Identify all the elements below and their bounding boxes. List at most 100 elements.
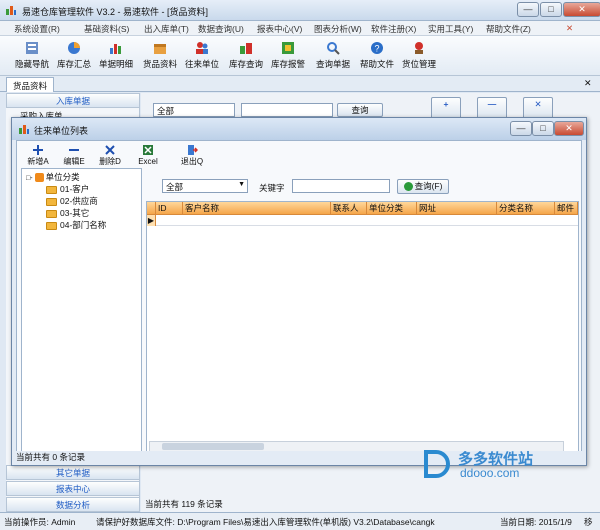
nav-report-center[interactable]: 报表中心 — [6, 481, 140, 496]
dialog-query-button[interactable]: 查询(F) — [397, 179, 449, 194]
tab-goods-info[interactable]: 货品资料 — [6, 77, 55, 92]
main-query-button[interactable]: 查询 — [337, 103, 383, 117]
tree-item-other[interactable]: 03-其它 — [46, 207, 89, 219]
dialog-close-button[interactable]: ✕ — [554, 121, 584, 136]
summary-icon — [68, 42, 80, 54]
dialog-titlebar: 往来单位列表 — □ ✕ — [12, 118, 586, 140]
app-titlebar: 易速仓库管理软件 V3.2 - 易速软件 - [货品资料] — □ ✕ — [0, 0, 600, 21]
row-indicator-header — [147, 202, 156, 215]
goods-info-button[interactable]: 货品资料 — [140, 38, 180, 74]
keyword-label: 关键字 — [259, 183, 285, 193]
query-docs-button[interactable]: 查询单据 — [313, 38, 353, 74]
dialog-delete-button[interactable]: 删除D — [95, 144, 125, 168]
goods-box-icon — [154, 44, 166, 54]
location-icon — [415, 42, 423, 54]
partner-units-button[interactable]: 往来单位 — [182, 38, 222, 74]
rss-icon — [34, 173, 44, 183]
menu-close-icon[interactable]: ✕ — [566, 23, 573, 34]
bar-chart-icon — [110, 44, 121, 54]
folder-icon — [46, 209, 57, 218]
main-search-input[interactable] — [241, 103, 333, 117]
tree-item-supplier[interactable]: 02-供应商 — [46, 195, 98, 207]
dialog-maximize-button[interactable]: □ — [532, 121, 554, 136]
status-date: 当前日期: 2015/1/9 — [500, 517, 572, 527]
stock-alarm-button[interactable]: 库存报警 — [268, 38, 308, 74]
dialog-logo-icon — [19, 125, 29, 134]
menu-tools[interactable]: 实用工具(Y) — [428, 23, 473, 35]
partner-units-table: ID 客户名称 联系人 单位分类 网址 分类名称 邮件 ▶ — [146, 201, 579, 456]
dialog-excel-button[interactable]: Excel — [133, 144, 163, 168]
dialog-edit-button[interactable]: 编辑E — [59, 144, 89, 168]
empty-row — [156, 225, 578, 226]
minimize-button[interactable]: — — [517, 2, 539, 17]
dialog-minimize-button[interactable]: — — [510, 121, 532, 136]
status-extra: 移 — [584, 517, 593, 527]
app-logo-icon — [6, 6, 16, 15]
scrollbar-thumb[interactable] — [162, 443, 264, 450]
stock-query-button[interactable]: 库存查询 — [226, 38, 266, 74]
main-delete-button[interactable]: ✕ — [523, 97, 553, 119]
tree-item-customer[interactable]: 01-客户 — [46, 183, 89, 195]
current-row-arrow-icon: ▶ — [147, 215, 156, 226]
menu-query[interactable]: 数据查询(U) — [198, 23, 244, 35]
hide-nav-button[interactable]: 隐藏导航 — [12, 38, 52, 74]
maximize-button[interactable]: □ — [540, 2, 562, 17]
main-record-count: 当前共有 119 条记录 — [145, 499, 223, 509]
nav-other-docs[interactable]: 其它单据 — [6, 465, 140, 480]
status-tip: 请保护好数据库文件: D:\Program Files\易速出入库管理软件(单机… — [96, 517, 435, 527]
minus-icon — [69, 149, 79, 151]
close-button[interactable]: ✕ — [563, 2, 600, 17]
exit-door-icon — [188, 145, 198, 155]
help-icon: ? — [371, 42, 383, 54]
dialog-title: 往来单位列表 — [34, 126, 89, 136]
alarm-icon — [282, 42, 294, 54]
main-new-button[interactable]: + — [431, 97, 461, 119]
folder-icon — [46, 197, 57, 206]
status-bar: 当前操作员: Admin 请保护好数据库文件: D:\Program Files… — [0, 512, 600, 530]
col-id[interactable]: ID — [156, 202, 183, 215]
svg-text:?: ? — [374, 44, 379, 54]
col-contact[interactable]: 联系人 — [331, 202, 367, 215]
watermark-logo-icon — [424, 450, 450, 478]
chevron-down-icon: ▼ — [238, 181, 245, 188]
app-title: 易速仓库管理软件 V3.2 - 易速软件 - [货品资料] — [22, 7, 209, 17]
document-tabs: 货品资料 ✕ — [0, 76, 600, 92]
query-go-icon — [403, 182, 413, 192]
col-website[interactable]: 网址 — [417, 202, 497, 215]
col-unit-category[interactable]: 单位分类 — [367, 202, 417, 215]
menu-bar: 系统设置(R) 基础资料(S) 出入库单(T) 数据查询(U) 报表中心(V) … — [0, 21, 600, 36]
col-category-name[interactable]: 分类名称 — [497, 202, 555, 215]
keyword-input[interactable] — [292, 179, 390, 193]
dialog-filter-select[interactable]: 全部 ▼ — [162, 179, 248, 193]
folder-icon — [46, 221, 57, 230]
folder-icon — [46, 185, 57, 194]
dialog-new-button[interactable]: 新增A — [23, 144, 53, 168]
main-edit-button[interactable]: — — [477, 97, 507, 119]
nav-icon — [26, 42, 38, 54]
stock-query-icon — [240, 43, 252, 54]
menu-help[interactable]: 帮助文件(Z) — [486, 23, 531, 35]
main-toolbar: 隐藏导航 库存汇总 单据明细 货品资料 往来单位 库存查询 库存报警 查询单据 … — [0, 36, 600, 76]
menu-report[interactable]: 报表中心(V) — [257, 23, 302, 35]
unit-category-tree: □- 单位分类 01-客户 02-供应商 03-其它 04-部门名称 — [21, 168, 142, 458]
nav-inbound-docs[interactable]: 入库单据 — [6, 93, 140, 108]
col-customer-name[interactable]: 客户名称 — [183, 202, 331, 215]
magnifier-icon — [327, 42, 340, 55]
doc-detail-button[interactable]: 单据明细 — [96, 38, 136, 74]
menu-register[interactable]: 软件注册(X) — [371, 23, 416, 35]
delete-x-icon — [105, 145, 115, 155]
main-filter-select[interactable]: 全部 — [153, 103, 235, 117]
location-mgmt-button[interactable]: 货位管理 — [399, 38, 439, 74]
dialog-exit-button[interactable]: 退出Q — [177, 144, 207, 168]
help-file-button[interactable]: ? 帮助文件 — [357, 38, 397, 74]
tree-item-department[interactable]: 04-部门名称 — [46, 219, 106, 231]
col-email[interactable]: 邮件 — [555, 202, 578, 215]
nav-data-analysis[interactable]: 数据分析 — [6, 497, 140, 512]
tab-close-icon[interactable]: ✕ — [584, 78, 592, 89]
menu-chart[interactable]: 图表分析(W) — [314, 23, 362, 35]
stock-summary-button[interactable]: 库存汇总 — [54, 38, 94, 74]
menu-system[interactable]: 系统设置(R) — [14, 23, 60, 35]
menu-basic[interactable]: 基础资料(S) — [84, 23, 129, 35]
menu-inout[interactable]: 出入库单(T) — [144, 23, 189, 35]
tree-root[interactable]: □- 单位分类 — [26, 171, 80, 183]
